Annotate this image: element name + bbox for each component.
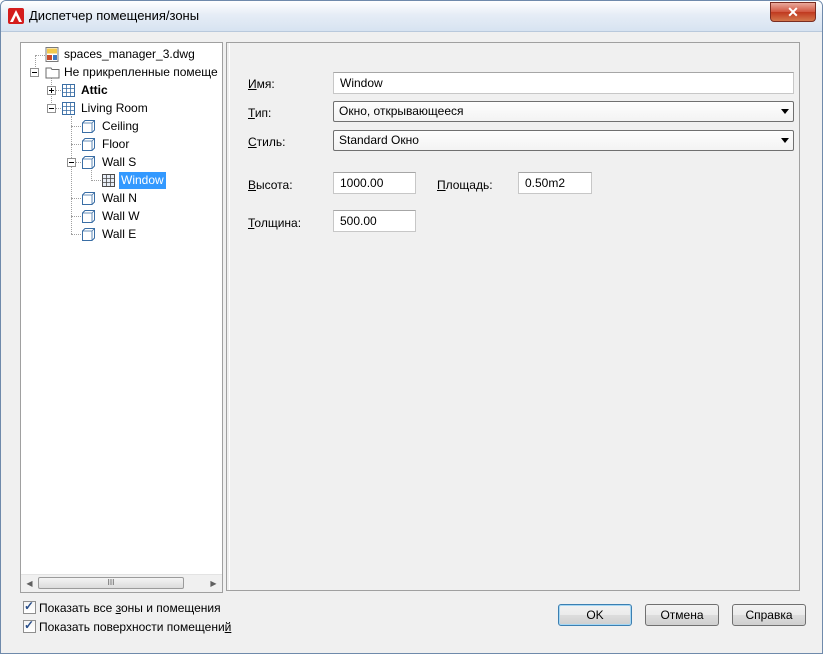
properties-panel: Имя: Window Тип: Окно, открывающееся Сти…: [226, 42, 800, 591]
name-label-text: мя:: [256, 77, 275, 91]
chevron-down-icon: [781, 138, 789, 143]
tree-item-label: spaces_manager_3.dwg: [64, 47, 195, 61]
tree-item-label: Wall S: [102, 155, 137, 169]
show-all-zones-label[interactable]: Показать все зоны и помещения: [39, 601, 221, 615]
tree-item-label: Wall W: [102, 209, 140, 223]
tree-item-drawing-file[interactable]: spaces_manager_3.dwg: [21, 46, 221, 63]
area-label-text: лощадь:: [445, 178, 493, 192]
area-label: Площадь:: [437, 178, 493, 192]
expand-toggle-icon[interactable]: [47, 86, 56, 95]
area-label-mnemonic: П: [437, 178, 446, 192]
type-dropdown-value: Окно, открывающееся: [339, 104, 464, 118]
show-all-label-text: Показать все: [39, 601, 116, 615]
thickness-field[interactable]: 500.00: [333, 210, 416, 232]
tree-item-floor[interactable]: Floor: [21, 136, 221, 153]
collapse-toggle-icon[interactable]: [47, 104, 56, 113]
height-field[interactable]: 1000.00: [333, 172, 416, 194]
autocad-logo-icon: [8, 8, 24, 24]
tree-item-label: Wall N: [102, 191, 137, 205]
dwg-file-icon: [45, 47, 59, 62]
tree-item-label: Living Room: [81, 101, 148, 115]
show-space-surfaces-label[interactable]: Показать поверхности помещений: [39, 620, 231, 634]
name-label-mnemonic: И: [248, 77, 257, 91]
surface-icon: [82, 138, 95, 151]
style-dropdown[interactable]: Standard Окно: [333, 130, 794, 151]
type-label-mnemonic: Т: [248, 106, 255, 120]
type-label: Тип:: [248, 106, 271, 120]
tree-item-label: Ceiling: [102, 119, 139, 133]
tree-item-label: Wall E: [102, 227, 137, 241]
type-dropdown[interactable]: Окно, открывающееся: [333, 101, 794, 122]
type-label-text: ип:: [254, 106, 272, 120]
style-label: Стиль:: [248, 135, 285, 149]
tree-item-wall-n[interactable]: Wall N: [21, 190, 221, 207]
style-dropdown-value: Standard Окно: [339, 133, 419, 147]
space-zone-manager-dialog: Диспетчер помещения/зоны ✕ spaces_manage…: [0, 0, 823, 654]
thickness-label-text: олщина:: [254, 216, 302, 230]
tree-item-window[interactable]: Window: [21, 172, 221, 189]
zone-icon: [62, 102, 75, 115]
show-all-zones-checkbox[interactable]: ✓: [23, 599, 36, 614]
surface-icon: [82, 228, 95, 241]
cancel-button[interactable]: Отмена: [645, 604, 719, 626]
checkmark-icon: ✓: [24, 618, 35, 632]
show-surfaces-label-text: Показать поверхности помещени: [39, 620, 225, 634]
name-label: Имя:: [248, 77, 275, 91]
close-button[interactable]: ✕: [770, 2, 816, 22]
collapse-toggle-icon[interactable]: [30, 68, 39, 77]
folder-icon: [45, 67, 60, 79]
height-label-mnemonic: В: [248, 178, 257, 192]
style-label-text: тиль:: [256, 135, 286, 149]
surface-icon: [82, 210, 95, 223]
chevron-down-icon: [781, 109, 789, 114]
scroll-left-icon[interactable]: ◀: [21, 575, 38, 592]
window-opening-icon: [102, 174, 115, 187]
horizontal-scrollbar[interactable]: ◀ III ▶: [21, 574, 222, 592]
ok-button[interactable]: OK: [558, 604, 632, 626]
collapse-toggle-icon[interactable]: [67, 158, 76, 167]
tree-item-wall-w[interactable]: Wall W: [21, 208, 221, 225]
surface-icon: [82, 156, 95, 169]
tree-item-wall-e[interactable]: Wall E: [21, 226, 221, 243]
area-field[interactable]: 0.50m2: [518, 172, 592, 194]
tree-item-label: Floor: [102, 137, 130, 151]
window-title: Диспетчер помещения/зоны: [29, 8, 200, 23]
show-surfaces-label-mnemonic: й: [224, 620, 232, 634]
properties-panel-inner: Имя: Window Тип: Окно, открывающееся Сти…: [229, 43, 800, 590]
surface-icon: [82, 120, 95, 133]
tree-item-ceiling[interactable]: Ceiling: [21, 118, 221, 135]
surface-icon: [82, 192, 95, 205]
help-button[interactable]: Справка: [732, 604, 806, 626]
tree-item-label: Window: [119, 172, 166, 189]
tree-item-wall-s[interactable]: Wall S: [21, 154, 221, 171]
tree-item-label: Не прикрепленные помеще: [64, 65, 218, 79]
show-all-label-text-end: оны и помещения: [120, 601, 221, 615]
scroll-right-icon[interactable]: ▶: [205, 575, 222, 592]
tree-item-label: Attic: [81, 83, 108, 97]
show-space-surfaces-checkbox[interactable]: ✓: [23, 618, 36, 633]
name-field[interactable]: Window: [333, 72, 794, 94]
style-label-mnemonic: С: [248, 135, 257, 149]
spaces-tree-view[interactable]: spaces_manager_3.dwg Не прикрепленные по…: [20, 42, 223, 593]
checkmark-icon: ✓: [24, 599, 35, 613]
scroll-thumb[interactable]: III: [38, 577, 184, 589]
tree-item-living-room[interactable]: Living Room: [21, 100, 221, 117]
height-label-text: ысота:: [256, 178, 293, 192]
tree-item-attic[interactable]: Attic: [21, 82, 221, 99]
tree-item-unattached-spaces[interactable]: Не прикрепленные помеще: [21, 64, 221, 81]
zone-icon: [62, 84, 75, 97]
height-label: Высота:: [248, 178, 293, 192]
title-bar[interactable]: Диспетчер помещения/зоны ✕: [1, 1, 822, 32]
thickness-label: Толщина:: [248, 216, 301, 230]
